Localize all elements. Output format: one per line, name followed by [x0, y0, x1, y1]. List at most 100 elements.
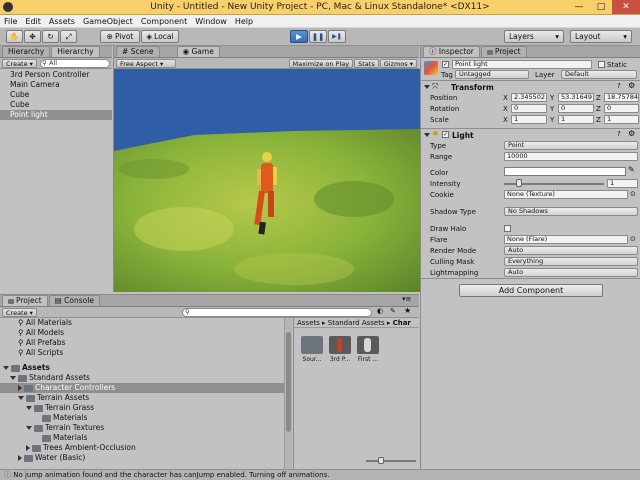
rotation-z-field[interactable]: 0: [604, 104, 639, 113]
position-x-field[interactable]: 2.345502: [511, 93, 547, 102]
light-foldout-icon[interactable]: [424, 133, 430, 137]
breadcrumb-item[interactable]: Assets: [297, 319, 320, 327]
menu-assets[interactable]: Assets: [49, 17, 75, 26]
gear-icon[interactable]: ⚙: [628, 81, 635, 90]
layers-dropdown[interactable]: Layers ▾: [504, 30, 564, 43]
scale-tool-button[interactable]: ⤢: [60, 30, 77, 43]
minimize-button[interactable]: —: [568, 0, 590, 14]
object-picker-icon[interactable]: ⊙: [630, 235, 636, 243]
tree-item-assets[interactable]: Assets: [0, 363, 284, 373]
render-mode-dropdown[interactable]: Auto: [504, 246, 638, 255]
favorite-item[interactable]: ⚲ All Scripts: [0, 348, 284, 358]
rotation-y-field[interactable]: 0: [558, 104, 594, 113]
eyedropper-icon[interactable]: ✎: [628, 165, 635, 174]
active-checkbox[interactable]: [442, 61, 449, 68]
rotate-tool-button[interactable]: ↻: [42, 30, 59, 43]
pause-button[interactable]: ❚❚: [309, 30, 327, 43]
help-icon[interactable]: ?: [617, 130, 621, 138]
asset-tile[interactable]: 3rd P...: [328, 336, 352, 363]
object-name-field[interactable]: Point light: [452, 60, 592, 69]
range-field[interactable]: 10000: [504, 152, 638, 161]
tag-dropdown[interactable]: Untagged: [455, 70, 529, 79]
hierarchy-item[interactable]: Cube: [0, 90, 112, 100]
scale-y-field[interactable]: 1: [558, 115, 594, 124]
maximize-on-play-toggle[interactable]: Maximize on Play: [288, 58, 354, 68]
tree-item-standard-assets[interactable]: Standard Assets: [0, 373, 284, 383]
gizmos-dropdown[interactable]: Gizmos ▾: [379, 58, 417, 68]
transform-foldout-icon[interactable]: [424, 85, 430, 89]
object-picker-icon[interactable]: ⊙: [630, 190, 636, 198]
favorite-item[interactable]: ⚲ All Prefabs: [0, 338, 284, 348]
project-create-button[interactable]: Create ▾: [2, 307, 37, 317]
aspect-dropdown[interactable]: Free Aspect ▾: [116, 58, 176, 68]
help-icon[interactable]: ?: [617, 82, 621, 90]
menu-edit[interactable]: Edit: [25, 17, 41, 26]
move-tool-button[interactable]: ✥: [24, 30, 41, 43]
icon-size-slider[interactable]: [366, 460, 416, 462]
tree-item-trees[interactable]: Trees Ambient-Occlusion: [0, 443, 284, 453]
filter-label-icon[interactable]: ✎: [390, 307, 396, 315]
icon-size-slider-thumb[interactable]: [378, 457, 384, 464]
hierarchy-item-selected[interactable]: Point light: [0, 110, 112, 120]
local-toggle[interactable]: ◈ Local: [141, 30, 179, 43]
light-enabled-checkbox[interactable]: [442, 131, 449, 138]
favorite-item[interactable]: ⚲ All Models: [0, 328, 284, 338]
draw-halo-checkbox[interactable]: [504, 225, 511, 232]
favorite-item[interactable]: ⚲ All Materials: [0, 318, 284, 328]
tab-inspector[interactable]: ⓘ Inspector: [423, 46, 480, 57]
shadow-type-dropdown[interactable]: No Shadows: [504, 207, 638, 216]
maximize-button[interactable]: □: [590, 0, 612, 14]
scale-x-field[interactable]: 1: [511, 115, 547, 124]
hierarchy-item[interactable]: Cube: [0, 100, 112, 110]
light-type-dropdown[interactable]: Point: [504, 141, 638, 150]
status-bar[interactable]: ⓘ No jump animation found and the charac…: [0, 469, 640, 480]
intensity-field[interactable]: 1: [607, 179, 638, 188]
tab-project-inspector[interactable]: Project: [480, 46, 527, 57]
hierarchy-item[interactable]: Main Camera: [0, 80, 112, 90]
tree-item-terrain-assets[interactable]: Terrain Assets: [0, 393, 284, 403]
lightmapping-dropdown[interactable]: Auto: [504, 268, 638, 277]
tab-console[interactable]: ▤ Console: [48, 295, 100, 306]
panel-menu-icon[interactable]: ▾≡: [402, 295, 411, 303]
tree-item-terrain-textures[interactable]: Terrain Textures: [0, 423, 284, 433]
close-button[interactable]: ✕: [612, 0, 640, 14]
tab-scene[interactable]: # Scene: [116, 46, 160, 57]
asset-tile[interactable]: Sour...: [300, 336, 324, 363]
project-search-input[interactable]: ⚲: [182, 308, 372, 317]
tab-hierarchy[interactable]: Hierarchy: [51, 46, 100, 57]
tab-project[interactable]: Project: [2, 295, 48, 306]
hand-tool-button[interactable]: ✋: [6, 30, 23, 43]
tree-scrollbar-thumb[interactable]: [286, 332, 291, 432]
menu-help[interactable]: Help: [235, 17, 253, 26]
asset-tile[interactable]: First ...: [356, 336, 380, 363]
hierarchy-item[interactable]: 3rd Person Controller: [0, 70, 112, 80]
culling-mask-dropdown[interactable]: Everything: [504, 257, 638, 266]
menu-component[interactable]: Component: [141, 17, 187, 26]
tree-item-terrain-grass[interactable]: Terrain Grass: [0, 403, 284, 413]
add-component-button[interactable]: Add Component: [459, 284, 603, 297]
intensity-slider-thumb[interactable]: [516, 179, 522, 187]
tree-scrollbar[interactable]: [284, 318, 292, 470]
menu-file[interactable]: File: [4, 17, 17, 26]
menu-gameobject[interactable]: GameObject: [83, 17, 133, 26]
rotation-x-field[interactable]: 0: [511, 104, 547, 113]
static-checkbox[interactable]: [598, 61, 605, 68]
play-button[interactable]: ▶: [290, 30, 308, 43]
color-swatch[interactable]: [504, 167, 626, 176]
tree-item-character-controllers[interactable]: Character Controllers: [0, 383, 284, 393]
pivot-toggle[interactable]: ⊕ Pivot: [100, 30, 140, 43]
hierarchy-search-input[interactable]: ⚲ All: [39, 58, 110, 68]
tab-hierarchy-inactive[interactable]: Hierarchy: [2, 46, 51, 57]
game-viewport[interactable]: [114, 69, 420, 292]
flare-field[interactable]: None (Flare): [504, 235, 628, 244]
position-y-field[interactable]: 53.31649: [558, 93, 594, 102]
layout-dropdown[interactable]: Layout ▾: [570, 30, 632, 43]
stats-toggle[interactable]: Stats: [354, 58, 379, 68]
tree-item-water[interactable]: Water (Basic): [0, 453, 284, 463]
tree-item-texture-materials[interactable]: Materials: [0, 433, 284, 443]
breadcrumb-item[interactable]: Standard Assets: [328, 319, 385, 327]
hierarchy-create-button[interactable]: Create ▾: [2, 58, 37, 68]
tree-item-grass-materials[interactable]: Materials: [0, 413, 284, 423]
favorite-star-icon[interactable]: ★: [404, 306, 411, 315]
filter-type-icon[interactable]: ◐: [377, 307, 383, 315]
